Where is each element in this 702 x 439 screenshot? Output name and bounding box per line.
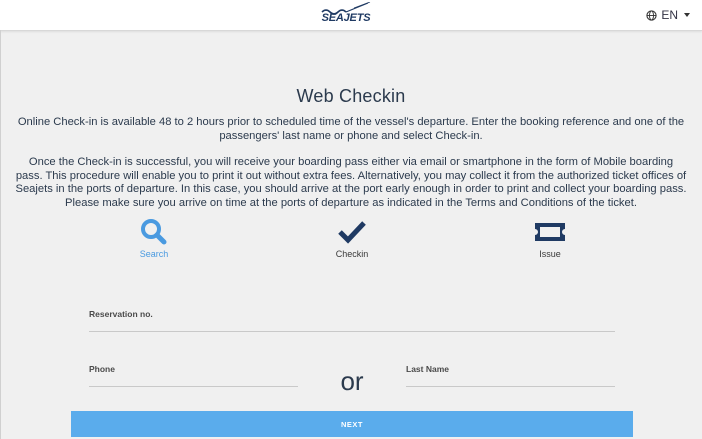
search-icon: [141, 219, 167, 245]
phone-field[interactable]: Phone: [89, 364, 298, 387]
language-label: EN: [661, 8, 678, 22]
or-separator: or: [340, 366, 364, 396]
step-checkin: Checkin: [302, 218, 402, 259]
language-selector[interactable]: EN: [646, 7, 690, 23]
seajets-logo[interactable]: SEAJETS: [318, 2, 374, 28]
step-label: Search: [139, 249, 169, 259]
step-search: Search: [104, 218, 204, 259]
phone-label: Phone: [89, 364, 115, 374]
globe-icon: [646, 9, 657, 21]
reservation-number-field[interactable]: Reservation no.: [89, 309, 615, 332]
next-button[interactable]: NEXT: [71, 411, 633, 437]
info-paragraph: Once the Check-in is successful, you wil…: [15, 156, 687, 209]
checkmark-icon: [338, 221, 366, 244]
reservation-label: Reservation no.: [89, 309, 153, 319]
page-title: Web Checkin: [296, 86, 406, 106]
top-navbar: SEAJETS EN: [0, 0, 702, 31]
step-label: Issue: [539, 249, 561, 259]
chevron-down-icon: [684, 13, 690, 17]
last-name-field[interactable]: Last Name: [406, 364, 615, 387]
intro-paragraph: Online Check-in is available 48 to 2 hou…: [17, 116, 685, 142]
step-label: Checkin: [335, 249, 369, 259]
ticket-icon: [535, 223, 565, 241]
step-issue: Issue: [500, 218, 600, 259]
last-name-label: Last Name: [406, 364, 449, 374]
logo-text: SEAJETS: [321, 12, 371, 24]
